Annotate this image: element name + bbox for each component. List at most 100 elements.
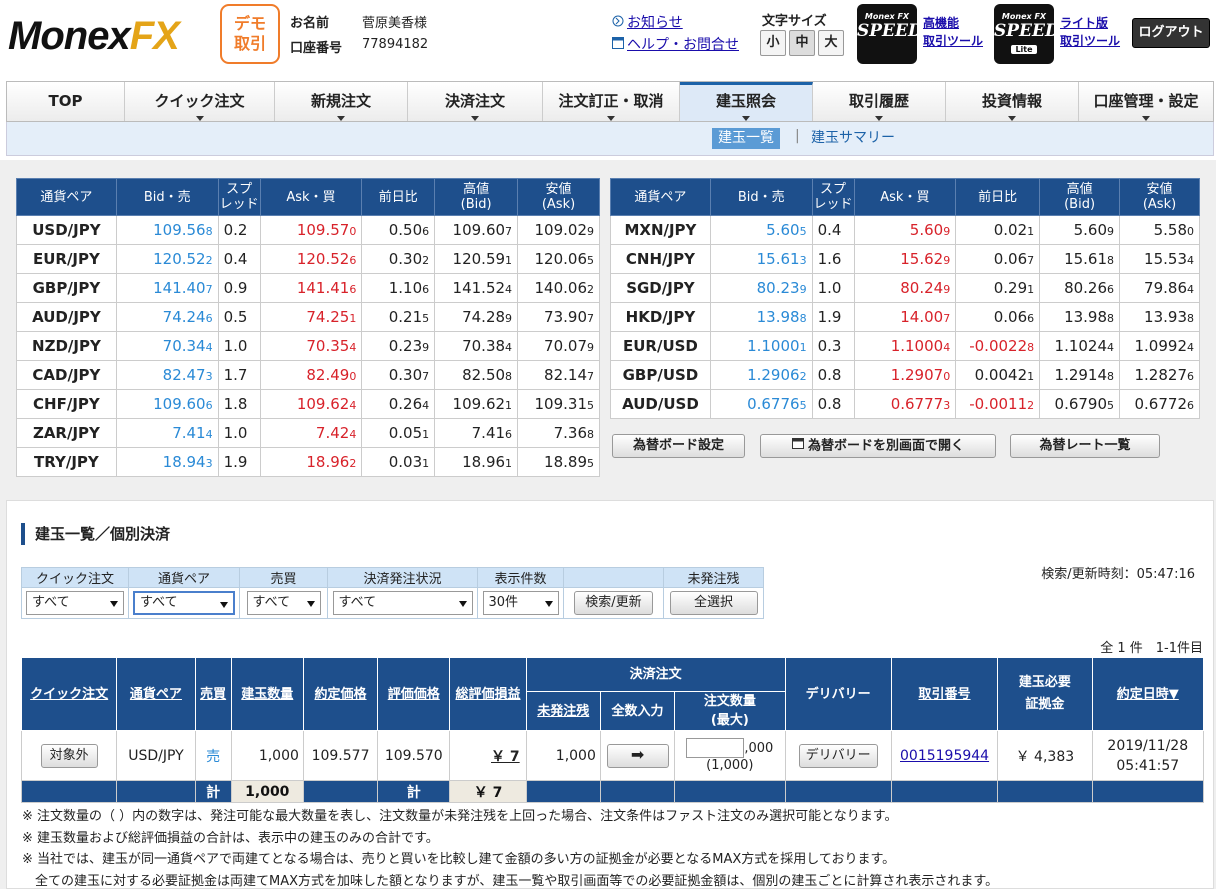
tab-history[interactable]: 取引履歴	[813, 82, 946, 121]
rate-bid[interactable]: 1.29062	[709, 360, 813, 390]
rate-ask[interactable]: 74.251	[259, 302, 363, 332]
delivery-button[interactable]: デリバリー	[798, 743, 878, 768]
logout-button[interactable]: ログアウト	[1132, 18, 1210, 48]
open-rate-board-window-button[interactable]: 為替ボードを別画面で開く	[760, 434, 996, 458]
font-size-medium-button[interactable]: 中	[789, 30, 815, 56]
rate-bid[interactable]: 1.10001	[709, 331, 813, 361]
col-price[interactable]: 約定価格	[302, 657, 379, 731]
rate-ask[interactable]: 18.962	[259, 447, 363, 477]
monex-fx-logo[interactable]: MonexFX	[8, 14, 180, 58]
search-update-button[interactable]: 検索/更新	[574, 591, 653, 615]
rate-ask[interactable]: 120.526	[259, 244, 363, 274]
chevron-down-icon	[607, 116, 615, 121]
rate-row[interactable]: MXN/JPY 5.605 0.4 5.609 0.021 5.609 5.580	[610, 215, 1200, 245]
speed-app-icon[interactable]: Monex FX SPEED	[857, 4, 917, 64]
col-pair[interactable]: 通貨ペア	[116, 657, 196, 731]
rate-bid[interactable]: 109.568	[115, 215, 219, 245]
rate-ask[interactable]: 109.624	[259, 389, 363, 419]
rate-bid[interactable]: 15.613	[709, 244, 813, 274]
subnav-position-list[interactable]: 建玉一覧	[712, 128, 780, 149]
lite-tool-link[interactable]: ライト版 取引ツール	[1060, 14, 1120, 50]
rate-list-button[interactable]: 為替レート一覧	[1010, 434, 1160, 458]
help-link[interactable]: ヘルプ・お問合せ	[612, 34, 739, 54]
currency-pair-select[interactable]: すべて	[133, 591, 235, 615]
select-all-button[interactable]: 全選択	[669, 591, 758, 615]
rate-row[interactable]: CAD/JPY 82.473 1.7 82.490 0.307 82.508 82.147	[16, 360, 600, 390]
rate-bid[interactable]: 18.943	[115, 447, 219, 477]
rate-row[interactable]: AUD/JPY 74.246 0.5 74.251 0.215 74.289 73.907	[16, 302, 600, 332]
rate-row[interactable]: TRY/JPY 18.943 1.9 18.962 0.031 18.961 18.895	[16, 447, 600, 477]
col-trade-no[interactable]: 取引番号	[890, 657, 999, 731]
settle-status-select[interactable]: すべて	[332, 591, 473, 615]
quick-order-select[interactable]: すべて	[26, 591, 124, 615]
rate-board-settings-button[interactable]: 為替ボード設定	[612, 434, 745, 458]
rate-bid[interactable]: 82.473	[115, 360, 219, 390]
rate-ask[interactable]: 80.249	[853, 273, 957, 303]
tab-investment-info[interactable]: 投資情報	[946, 82, 1079, 121]
news-link[interactable]: お知らせ	[612, 12, 683, 32]
col-eval-price[interactable]: 評価価格	[377, 657, 451, 731]
hi-tool-link[interactable]: 高機能 取引ツール	[923, 14, 983, 50]
rate-pair: NZD/JPY	[16, 331, 117, 361]
rate-ask[interactable]: 5.609	[853, 215, 957, 245]
rate-row[interactable]: GBP/USD 1.29062 0.8 1.29070 0.00421 1.29148 1.…	[610, 360, 1200, 390]
tab-positions[interactable]: 建玉照会	[680, 82, 813, 121]
rate-ask[interactable]: 0.67773	[853, 389, 957, 419]
tab-settle-order[interactable]: 決済注文	[408, 82, 543, 121]
col-side[interactable]: 売買	[194, 657, 232, 731]
col-total-pl[interactable]: 総評価損益	[449, 657, 527, 731]
row-total-pl[interactable]: ￥ 7	[449, 730, 527, 781]
rate-bid[interactable]: 74.246	[115, 302, 219, 332]
subnav-position-summary[interactable]: 建玉サマリー	[811, 128, 895, 149]
rate-bid[interactable]: 7.414	[115, 418, 219, 448]
quick-order-na-button[interactable]: 対象外	[40, 743, 98, 768]
rate-row[interactable]: EUR/JPY 120.522 0.4 120.526 0.302 120.591 120.…	[16, 244, 600, 274]
display-count-select[interactable]: 30件	[482, 591, 559, 615]
order-qty-input[interactable]	[686, 738, 745, 758]
rate-row[interactable]: CNH/JPY 15.613 1.6 15.629 0.067 15.618 15.534	[610, 244, 1200, 274]
rate-ask[interactable]: 82.490	[259, 360, 363, 390]
col-date[interactable]: 約定日時▼	[1091, 657, 1205, 731]
rate-bid[interactable]: 120.522	[115, 244, 219, 274]
rate-ask[interactable]: 1.29070	[853, 360, 957, 390]
rate-row[interactable]: ZAR/JPY 7.414 1.0 7.424 0.051 7.416 7.368	[16, 418, 600, 448]
tab-account-settings[interactable]: 口座管理・設定	[1079, 82, 1213, 121]
tab-top[interactable]: TOP	[7, 82, 125, 121]
side-select[interactable]: すべて	[246, 591, 321, 615]
rate-bid[interactable]: 109.606	[115, 389, 219, 419]
rate-ask[interactable]: 70.354	[259, 331, 363, 361]
font-size-large-button[interactable]: 大	[818, 30, 844, 56]
rate-row[interactable]: EUR/USD 1.10001 0.3 1.10004 -0.00228 1.10244 1…	[610, 331, 1200, 361]
tab-quick-order[interactable]: クイック注文	[125, 82, 275, 121]
rate-row[interactable]: NZD/JPY 70.344 1.0 70.354 0.239 70.384 70.079	[16, 331, 600, 361]
rate-bid[interactable]: 5.605	[709, 215, 813, 245]
rate-bid[interactable]: 80.239	[709, 273, 813, 303]
rate-bid[interactable]: 70.344	[115, 331, 219, 361]
rate-ask[interactable]: 109.570	[259, 215, 363, 245]
rate-bid[interactable]: 0.67765	[709, 389, 813, 419]
rate-row[interactable]: SGD/JPY 80.239 1.0 80.249 0.291 80.266 79.864	[610, 273, 1200, 303]
rate-ask[interactable]: 15.629	[853, 244, 957, 274]
rate-ask[interactable]: 1.10004	[853, 331, 957, 361]
col-quick-order[interactable]: クイック注文	[20, 657, 118, 731]
row-trade-no[interactable]: 0015195944	[890, 730, 999, 781]
rate-bid[interactable]: 13.988	[709, 302, 813, 332]
col-unordered[interactable]: 未発注残	[525, 691, 601, 731]
rate-bid[interactable]: 141.407	[115, 273, 219, 303]
font-size-small-button[interactable]: 小	[760, 30, 786, 56]
rate-ask[interactable]: 7.424	[259, 418, 363, 448]
row-side[interactable]: 売	[194, 730, 232, 781]
rate-spread: 1.0	[811, 273, 855, 303]
tab-order-modify[interactable]: 注文訂正・取消	[543, 82, 680, 121]
rate-row[interactable]: CHF/JPY 109.606 1.8 109.624 0.264 109.621 109.…	[16, 389, 600, 419]
all-input-button[interactable]: ➡	[606, 743, 669, 768]
rate-ask[interactable]: 14.007	[853, 302, 957, 332]
speed-lite-app-icon[interactable]: Monex FX SPEED Lite	[994, 4, 1054, 64]
rate-row[interactable]: USD/JPY 109.568 0.2 109.570 0.506 109.607 109.…	[16, 215, 600, 245]
tab-new-order[interactable]: 新規注文	[275, 82, 408, 121]
rate-row[interactable]: HKD/JPY 13.988 1.9 14.007 0.066 13.988 13.938	[610, 302, 1200, 332]
rate-row[interactable]: AUD/USD 0.67765 0.8 0.67773 -0.00112 0.67905 0…	[610, 389, 1200, 419]
rate-row[interactable]: GBP/JPY 141.407 0.9 141.416 1.106 141.524 140.…	[16, 273, 600, 303]
rate-ask[interactable]: 141.416	[259, 273, 363, 303]
col-qty[interactable]: 建玉数量	[230, 657, 304, 731]
